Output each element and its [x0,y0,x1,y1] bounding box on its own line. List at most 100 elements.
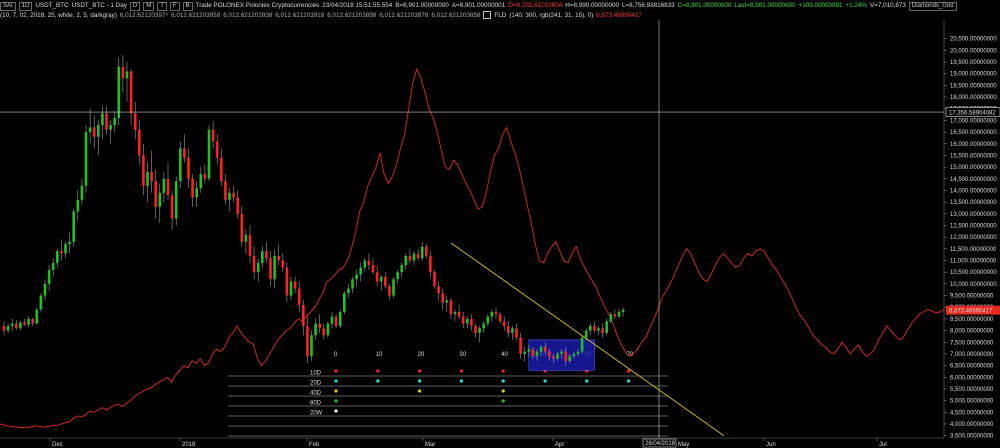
cycle-row-label: 80D [310,401,322,407]
y-tick-label: 11,000.00000000 [950,259,997,265]
cycle-dot [376,369,380,373]
candle-body [412,253,416,261]
y-tick-label: 12,000.00000000 [950,235,997,241]
candle-body [392,279,395,296]
candle-body [109,125,112,130]
cycle-dot [334,409,338,413]
y-tick-label: 18,000.00000000 [950,95,997,101]
candle-body [97,125,100,137]
candle-body [150,171,153,182]
y-tick-label: 12,500.00000000 [950,223,997,229]
candle-body [240,213,244,242]
candle-body [170,195,174,219]
candle-body [560,351,563,354]
candle-body [10,323,14,326]
x-tick-label: Jun [766,442,776,448]
candle-body [322,328,326,336]
candle-body [60,251,63,254]
candle-body [101,113,104,126]
candle-body [220,157,223,182]
candle-body [519,337,522,354]
candle-body [441,293,444,303]
cycle-count-label: 0 [334,352,338,358]
crosshair-price-label: 17,356.58904082 [949,110,996,116]
candle-body [535,351,539,357]
candle-body [68,241,71,245]
candle-body [351,279,354,289]
y-tick-label: 15,500.00000000 [950,153,997,159]
candle-body [80,185,84,200]
candle-body [400,265,403,273]
candle-body [494,311,498,315]
cycle-dot [334,389,338,393]
cycle-row-label: 40D [310,391,322,397]
candle-body [142,155,145,186]
y-tick-label: 17,000.00000000 [950,118,997,124]
candle-body [27,318,30,325]
candle-body [248,234,252,256]
candle-body [330,316,334,324]
cycle-dot [501,389,505,393]
candle-body [39,295,43,310]
x-tick-label: 2018 [182,442,196,448]
crosshair-date-label: 26/04/2018 [645,441,676,447]
y-tick-label: 19,000.00000000 [950,72,997,78]
candle-body [273,255,276,280]
candle-body [617,311,621,317]
candle-body [543,346,547,352]
candle-body [211,129,215,142]
candle-body [35,309,39,324]
candle-body [375,272,379,282]
candle-body [88,127,92,133]
cycle-count-label: 30 [459,352,466,358]
candle-body [195,188,198,198]
candle-body [326,323,330,336]
cycle-count-label: 40 [501,352,508,358]
y-tick-label: 14,000.00000000 [950,188,997,194]
cycle-dot [627,369,631,373]
candle-body [470,318,473,326]
candle-body [572,353,576,357]
candle-body [453,311,457,315]
cycle-dot [501,369,505,373]
candle-body [568,356,572,361]
candle-body [367,260,371,266]
candle-body [174,181,178,219]
candle-body [507,325,510,333]
candle-body [228,192,231,200]
candle-body [265,251,268,259]
candle-body [486,316,490,324]
candle-body [314,323,317,336]
candle-body [548,351,551,357]
candle-body [363,260,367,268]
candle-body [420,246,424,259]
candle-body [236,197,239,214]
y-tick-label: 18,500.00000000 [950,83,997,89]
candle-body [256,262,260,273]
x-tick-label: May [678,442,689,448]
candle-body [502,321,506,326]
candle-body [359,267,362,275]
cycle-count-label: 10 [376,352,383,358]
candle-body [379,276,383,282]
candle-body [84,132,88,186]
candle-body [162,178,166,193]
y-tick-label: 13,500.00000000 [950,200,997,206]
candle-body [384,276,387,287]
candle-body [232,192,235,198]
candle-body [416,253,420,259]
candle-body [482,323,485,329]
candle-body [355,274,358,280]
y-tick-label: 8,500.00000000 [950,317,994,323]
price-chart[interactable]: 3,500.00000000 4,000.00000000 4,500.000000… [0,0,1000,448]
candle-body [597,328,600,331]
candle-body [609,314,613,322]
y-tick-label: 5,500.00000000 [950,387,994,393]
candle-body [23,322,26,325]
candle-body [404,255,408,266]
candle-body [113,118,116,126]
candle-body [15,323,18,329]
cycle-dot [334,399,338,403]
candle-body [244,234,248,242]
candle-body [527,349,531,352]
